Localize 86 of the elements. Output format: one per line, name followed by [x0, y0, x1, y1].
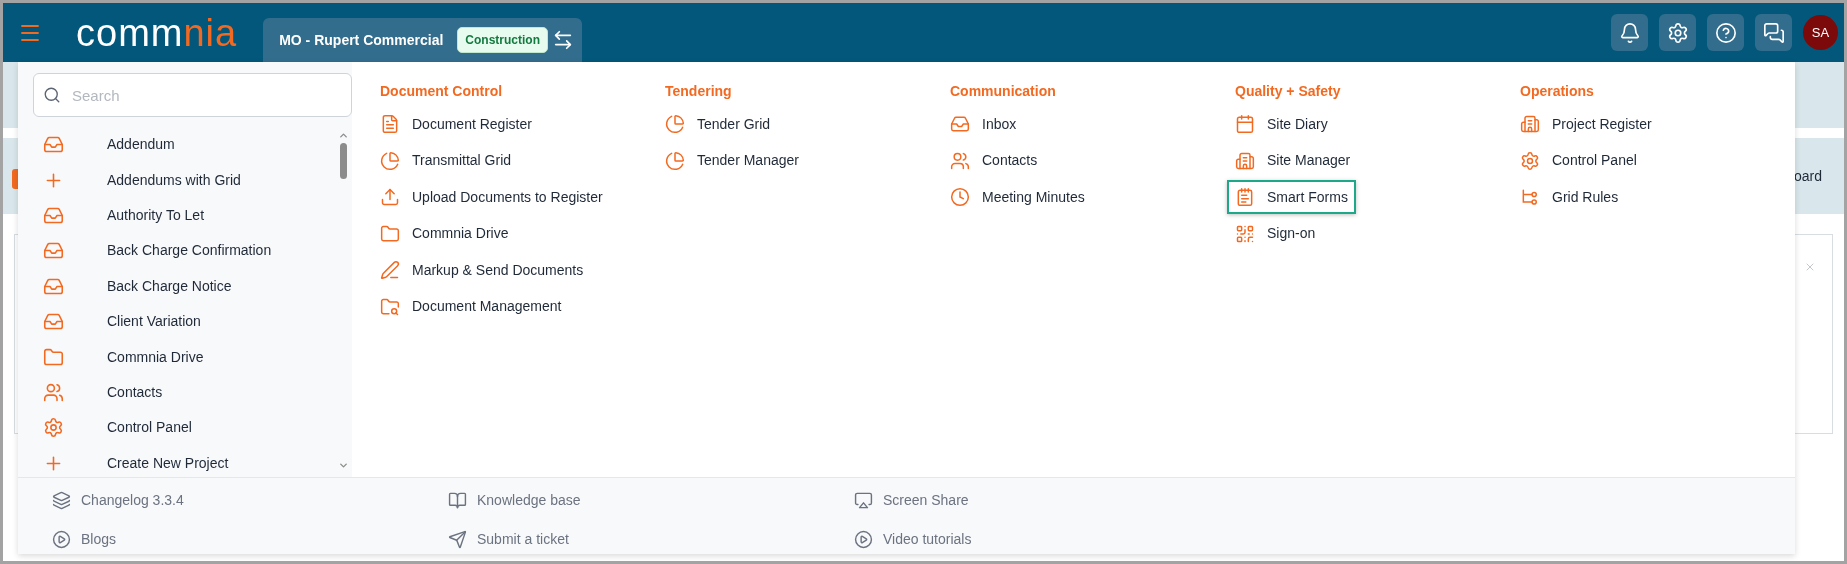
menu-list-item[interactable]: Commnia Drive — [18, 339, 336, 375]
menu-link[interactable]: Document Register — [372, 107, 540, 141]
clock-icon — [950, 187, 970, 208]
help-icon — [1714, 21, 1737, 44]
menu-list-item[interactable]: Contacts — [18, 374, 336, 411]
calendar-icon — [1235, 114, 1255, 134]
document-icon — [380, 114, 400, 134]
tray-icon — [950, 114, 970, 134]
play-icon — [854, 529, 873, 549]
tab-label: oard — [1793, 166, 1822, 186]
people-icon — [43, 381, 64, 403]
building-icon — [1520, 114, 1540, 134]
menu-link[interactable]: Markup & Send Documents — [372, 253, 592, 288]
send-icon — [448, 529, 467, 549]
menu-link[interactable]: Transmittal Grid — [372, 143, 520, 178]
branch-icon — [1520, 187, 1540, 208]
notifications-button[interactable] — [1611, 14, 1648, 51]
menu-link[interactable]: Project Register — [1512, 107, 1660, 141]
play-icon — [52, 529, 71, 549]
section-heading: Document Control — [380, 82, 503, 101]
status-badge: Construction — [457, 27, 548, 53]
pie-chart-icon — [665, 150, 685, 171]
menu-list-item[interactable]: Back Charge Notice — [18, 268, 336, 304]
qr-code-icon — [1235, 223, 1255, 244]
menu-link[interactable]: Tender Manager — [657, 143, 807, 178]
menu-link[interactable]: Control Panel — [1512, 143, 1645, 178]
layers-icon — [52, 491, 71, 511]
people-icon — [950, 150, 970, 171]
pen-icon — [380, 260, 400, 281]
project-switcher[interactable]: MO - Rupert Commercial Construction — [263, 18, 583, 62]
book-icon — [448, 491, 467, 511]
logo: commnia — [76, 13, 238, 52]
building-icon — [1235, 150, 1255, 171]
swap-icon — [552, 29, 574, 51]
pie-chart-icon — [665, 114, 685, 134]
menu-link[interactable]: Tender Grid — [657, 107, 779, 141]
menu-list-item[interactable]: Back Charge Confirmation — [18, 233, 336, 269]
gear-icon — [43, 417, 64, 439]
search-field[interactable]: Search — [33, 73, 352, 117]
menu-link[interactable]: Meeting Minutes — [942, 180, 1093, 215]
footer-link[interactable]: Knowledge base — [448, 486, 581, 516]
menu-list-item[interactable]: Control Panel — [18, 410, 336, 446]
help-button[interactable] — [1707, 14, 1744, 51]
menu-link[interactable]: Document Management — [372, 289, 570, 324]
menu-link[interactable]: Grid Rules — [1512, 180, 1627, 215]
menu-list-item[interactable]: Authority To Let — [18, 197, 336, 234]
upload-icon — [380, 187, 400, 208]
settings-button[interactable] — [1659, 14, 1696, 51]
section-heading: Quality + Safety — [1235, 82, 1341, 101]
pie-chart-icon — [380, 150, 400, 171]
footer-link[interactable]: Changelog 3.3.4 — [52, 486, 184, 516]
folder-icon — [43, 346, 64, 368]
folder-icon — [380, 223, 400, 244]
menu-list-item[interactable]: Addendums with Grid — [18, 162, 336, 198]
menu-link[interactable]: Commnia Drive — [372, 216, 517, 251]
menu-link[interactable]: Contacts — [942, 143, 1046, 178]
footer-link[interactable]: Video tutorials — [854, 524, 972, 554]
bell-icon — [1618, 21, 1641, 44]
menu-list-item[interactable]: Create New Project — [18, 445, 336, 477]
menu-list-item[interactable]: Client Variation — [18, 303, 336, 340]
menu-link[interactable]: Smart Forms — [1227, 180, 1356, 215]
menu-list-item[interactable]: Addendum — [18, 127, 336, 163]
menu-link[interactable]: Site Diary — [1227, 107, 1336, 141]
folder-search-icon — [380, 296, 400, 317]
scrollbar-thumb[interactable] — [339, 143, 347, 179]
section-heading: Operations — [1520, 82, 1594, 101]
footer-link[interactable]: Blogs — [52, 524, 117, 554]
gear-icon — [1520, 150, 1540, 171]
scroll-up-icon — [337, 130, 349, 141]
screen-share-icon — [854, 491, 873, 511]
footer-link[interactable]: Submit a ticket — [448, 524, 569, 554]
chat-icon — [1762, 21, 1785, 44]
menu-link[interactable]: Upload Documents to Register — [372, 180, 611, 215]
section-heading: Tendering — [665, 82, 732, 101]
chat-button[interactable] — [1755, 14, 1792, 51]
scroll-down-icon — [337, 460, 349, 471]
menu-link[interactable]: Inbox — [942, 107, 1025, 141]
search-icon — [43, 86, 61, 104]
menu-link[interactable]: Site Manager — [1227, 143, 1359, 178]
user-avatar[interactable]: SA — [1803, 15, 1838, 50]
settings-icon — [1666, 21, 1689, 44]
footer-link[interactable]: Screen Share — [854, 486, 969, 516]
form-icon — [1235, 187, 1255, 208]
section-heading: Communication — [950, 82, 1056, 101]
close-icon — [1804, 261, 1816, 273]
menu-link[interactable]: Sign-on — [1227, 216, 1324, 251]
